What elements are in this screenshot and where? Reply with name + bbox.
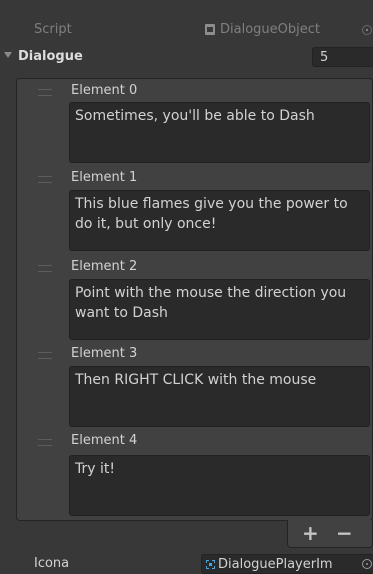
drag-handle-icon[interactable] bbox=[38, 265, 52, 272]
list-footer: + − bbox=[287, 520, 373, 548]
script-row: Script DialogueObject bbox=[0, 20, 373, 40]
element-1-label: Element 1 bbox=[71, 170, 138, 185]
element-4-textarea[interactable]: Try it! bbox=[69, 455, 370, 516]
element-1-textarea[interactable]: This blue flames give you the power to d… bbox=[69, 190, 370, 251]
element-2-textarea[interactable]: Point with the mouse the direction you w… bbox=[69, 279, 370, 340]
icona-row: Icona DialoguePlayerIm bbox=[0, 554, 373, 574]
remove-element-button[interactable]: − bbox=[336, 520, 353, 546]
dialogue-size-field[interactable]: 5 bbox=[312, 47, 373, 67]
sprite-icon bbox=[206, 559, 215, 569]
element-0-label: Element 0 bbox=[71, 83, 138, 98]
drag-handle-icon[interactable] bbox=[38, 352, 52, 359]
drag-handle-icon[interactable] bbox=[38, 89, 52, 96]
script-value: DialogueObject bbox=[220, 21, 320, 37]
foldout-arrow-icon[interactable] bbox=[4, 52, 12, 58]
dialogue-label[interactable]: Dialogue bbox=[18, 49, 83, 64]
drag-handle-icon[interactable] bbox=[38, 176, 52, 183]
drag-handle-icon[interactable] bbox=[38, 439, 52, 446]
script-object-field: DialogueObject bbox=[201, 20, 373, 38]
script-label: Script bbox=[34, 22, 72, 37]
element-3-label: Element 3 bbox=[71, 346, 138, 361]
dialogue-size-value: 5 bbox=[320, 49, 329, 65]
element-4-label: Element 4 bbox=[71, 433, 138, 448]
element-2-label: Element 2 bbox=[71, 259, 138, 274]
icona-object-picker-icon[interactable] bbox=[362, 559, 372, 569]
script-object-picker-icon bbox=[362, 25, 372, 35]
script-file-icon bbox=[205, 23, 215, 35]
icona-object-field[interactable]: DialoguePlayerIm bbox=[201, 554, 373, 574]
element-0-textarea[interactable]: Sometimes, you'll be able to Dash bbox=[69, 102, 370, 163]
icona-label: Icona bbox=[34, 556, 70, 571]
icona-value: DialoguePlayerIm bbox=[218, 556, 333, 572]
element-3-textarea[interactable]: Then RIGHT CLICK with the mouse bbox=[69, 366, 370, 427]
dialogue-row[interactable]: Dialogue 5 bbox=[0, 47, 373, 67]
add-element-button[interactable]: + bbox=[302, 520, 319, 546]
